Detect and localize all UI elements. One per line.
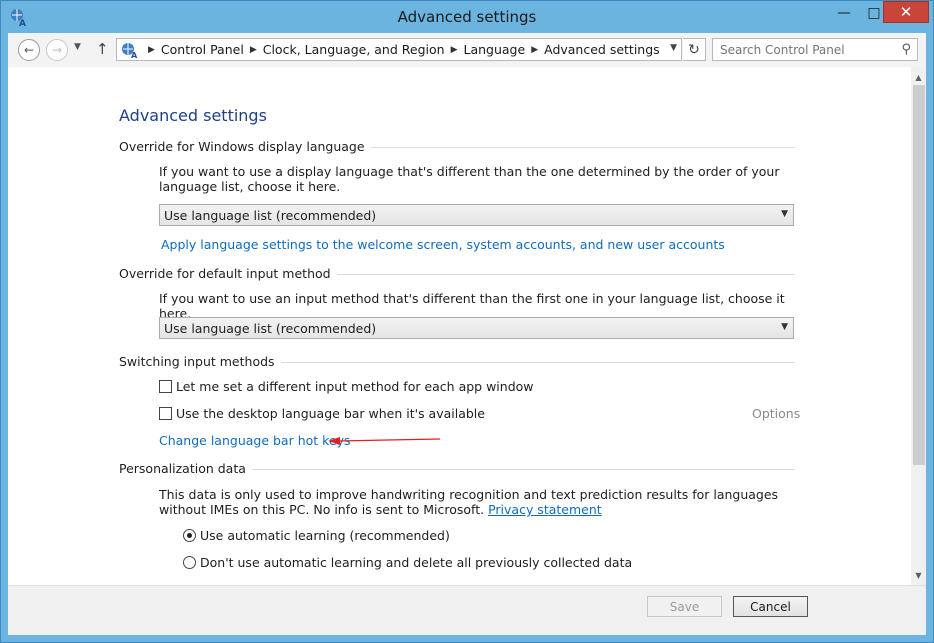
- scrollbar-thumb[interactable]: [913, 85, 925, 465]
- page-title: Advanced settings: [119, 106, 267, 125]
- section-label: Override for Windows display language: [119, 139, 371, 154]
- recent-locations-button[interactable]: ▼: [74, 42, 81, 52]
- radio-button-selected[interactable]: [183, 529, 196, 542]
- breadcrumb-separator-icon: ▶: [249, 44, 257, 55]
- breadcrumb-separator-icon: ▶: [450, 44, 458, 55]
- breadcrumb-control-panel[interactable]: Control Panel: [161, 42, 244, 57]
- scroll-up-icon[interactable]: ▲: [911, 69, 926, 85]
- change-hotkeys-link[interactable]: Change language bar hot keys: [159, 433, 351, 448]
- section-label: Switching input methods: [119, 354, 281, 369]
- breadcrumb-advanced-settings[interactable]: Advanced settings: [544, 42, 660, 57]
- address-bar[interactable]: A ▶ Control Panel ▶ Clock, Language, and…: [116, 38, 682, 61]
- arrow-right-icon: →: [51, 43, 63, 57]
- checkbox-label: Use the desktop language bar when it's a…: [176, 406, 485, 421]
- checkbox-box[interactable]: [159, 380, 172, 393]
- automatic-learning-radio[interactable]: Use automatic learning (recommended): [183, 528, 450, 543]
- refresh-button[interactable]: ↻: [683, 38, 706, 61]
- chevron-down-icon: ▼: [781, 322, 788, 332]
- search-icon[interactable]: ⚲: [901, 42, 911, 57]
- section-display-language: Override for Windows display language: [119, 139, 795, 155]
- cancel-button[interactable]: Cancel: [733, 596, 808, 617]
- radio-button[interactable]: [183, 556, 196, 569]
- checkbox-label: Let me set a different input method for …: [176, 379, 534, 394]
- address-dropdown-icon[interactable]: ▼: [670, 43, 677, 53]
- svg-text:A: A: [131, 51, 138, 59]
- radio-label: Use automatic learning (recommended): [200, 528, 450, 543]
- chevron-down-icon: ▼: [74, 42, 81, 52]
- window-title: Advanced settings: [397, 8, 537, 26]
- minimize-button[interactable]: —: [829, 1, 859, 25]
- apply-language-settings-link[interactable]: Apply language settings to the welcome s…: [161, 237, 725, 252]
- chevron-down-icon: ▼: [781, 209, 788, 219]
- dialog-footer: Save Cancel: [8, 585, 926, 635]
- title-bar: A Advanced settings — □ ✕: [1, 1, 933, 33]
- scroll-down-icon[interactable]: ▼: [911, 567, 926, 583]
- breadcrumb-separator-icon: ▶: [148, 44, 155, 55]
- personalization-description: This data is only used to improve handwr…: [159, 487, 795, 517]
- display-language-select[interactable]: Use language list (recommended) ▼: [159, 204, 794, 226]
- display-language-description: If you want to use a display language th…: [159, 164, 780, 194]
- section-switching: Switching input methods: [119, 354, 795, 370]
- no-automatic-learning-radio[interactable]: Don't use automatic learning and delete …: [183, 555, 632, 570]
- section-personalization: Personalization data: [119, 461, 795, 477]
- section-label: Override for default input method: [119, 266, 337, 281]
- checkbox-box[interactable]: [159, 407, 172, 420]
- input-method-select[interactable]: Use language list (recommended) ▼: [159, 317, 794, 339]
- section-label: Personalization data: [119, 461, 252, 476]
- breadcrumb-clock-language-region[interactable]: Clock, Language, and Region: [263, 42, 445, 57]
- section-input-method: Override for default input method: [119, 266, 795, 282]
- close-button[interactable]: ✕: [883, 1, 929, 23]
- desktop-language-bar-checkbox[interactable]: Use the desktop language bar when it's a…: [159, 406, 485, 421]
- refresh-icon: ↻: [688, 41, 700, 58]
- arrow-left-icon: ←: [23, 43, 35, 57]
- breadcrumb-language[interactable]: Language: [463, 42, 525, 57]
- content-pane: Advanced settings Override for Windows d…: [8, 67, 926, 585]
- description-text: This data is only used to improve handwr…: [159, 487, 779, 517]
- privacy-statement-link[interactable]: Privacy statement: [488, 502, 602, 517]
- select-value: Use language list (recommended): [164, 320, 377, 336]
- radio-label: Don't use automatic learning and delete …: [200, 555, 633, 570]
- per-app-input-checkbox[interactable]: Let me set a different input method for …: [159, 379, 534, 394]
- control-panel-icon: A: [122, 42, 138, 59]
- back-button[interactable]: ←: [18, 39, 40, 61]
- forward-button[interactable]: →: [46, 39, 68, 61]
- navigation-bar: ← → ▼ ↑ A ▶ Control Panel ▶ Clock, Langu…: [8, 33, 926, 67]
- up-button[interactable]: ↑: [96, 40, 109, 58]
- search-input[interactable]: [713, 39, 883, 60]
- arrow-up-icon: ↑: [96, 40, 109, 58]
- save-button[interactable]: Save: [647, 596, 722, 617]
- annotation-arrow-icon: [328, 437, 440, 445]
- window: A Advanced settings — □ ✕ ← → ▼ ↑ A ▶ Co…: [0, 0, 934, 643]
- options-link: Options: [752, 406, 801, 421]
- select-value: Use language list (recommended): [164, 207, 377, 223]
- search-box[interactable]: ⚲: [712, 38, 918, 61]
- vertical-scrollbar[interactable]: ▲ ▼: [911, 67, 926, 585]
- breadcrumb-separator-icon: ▶: [531, 44, 539, 55]
